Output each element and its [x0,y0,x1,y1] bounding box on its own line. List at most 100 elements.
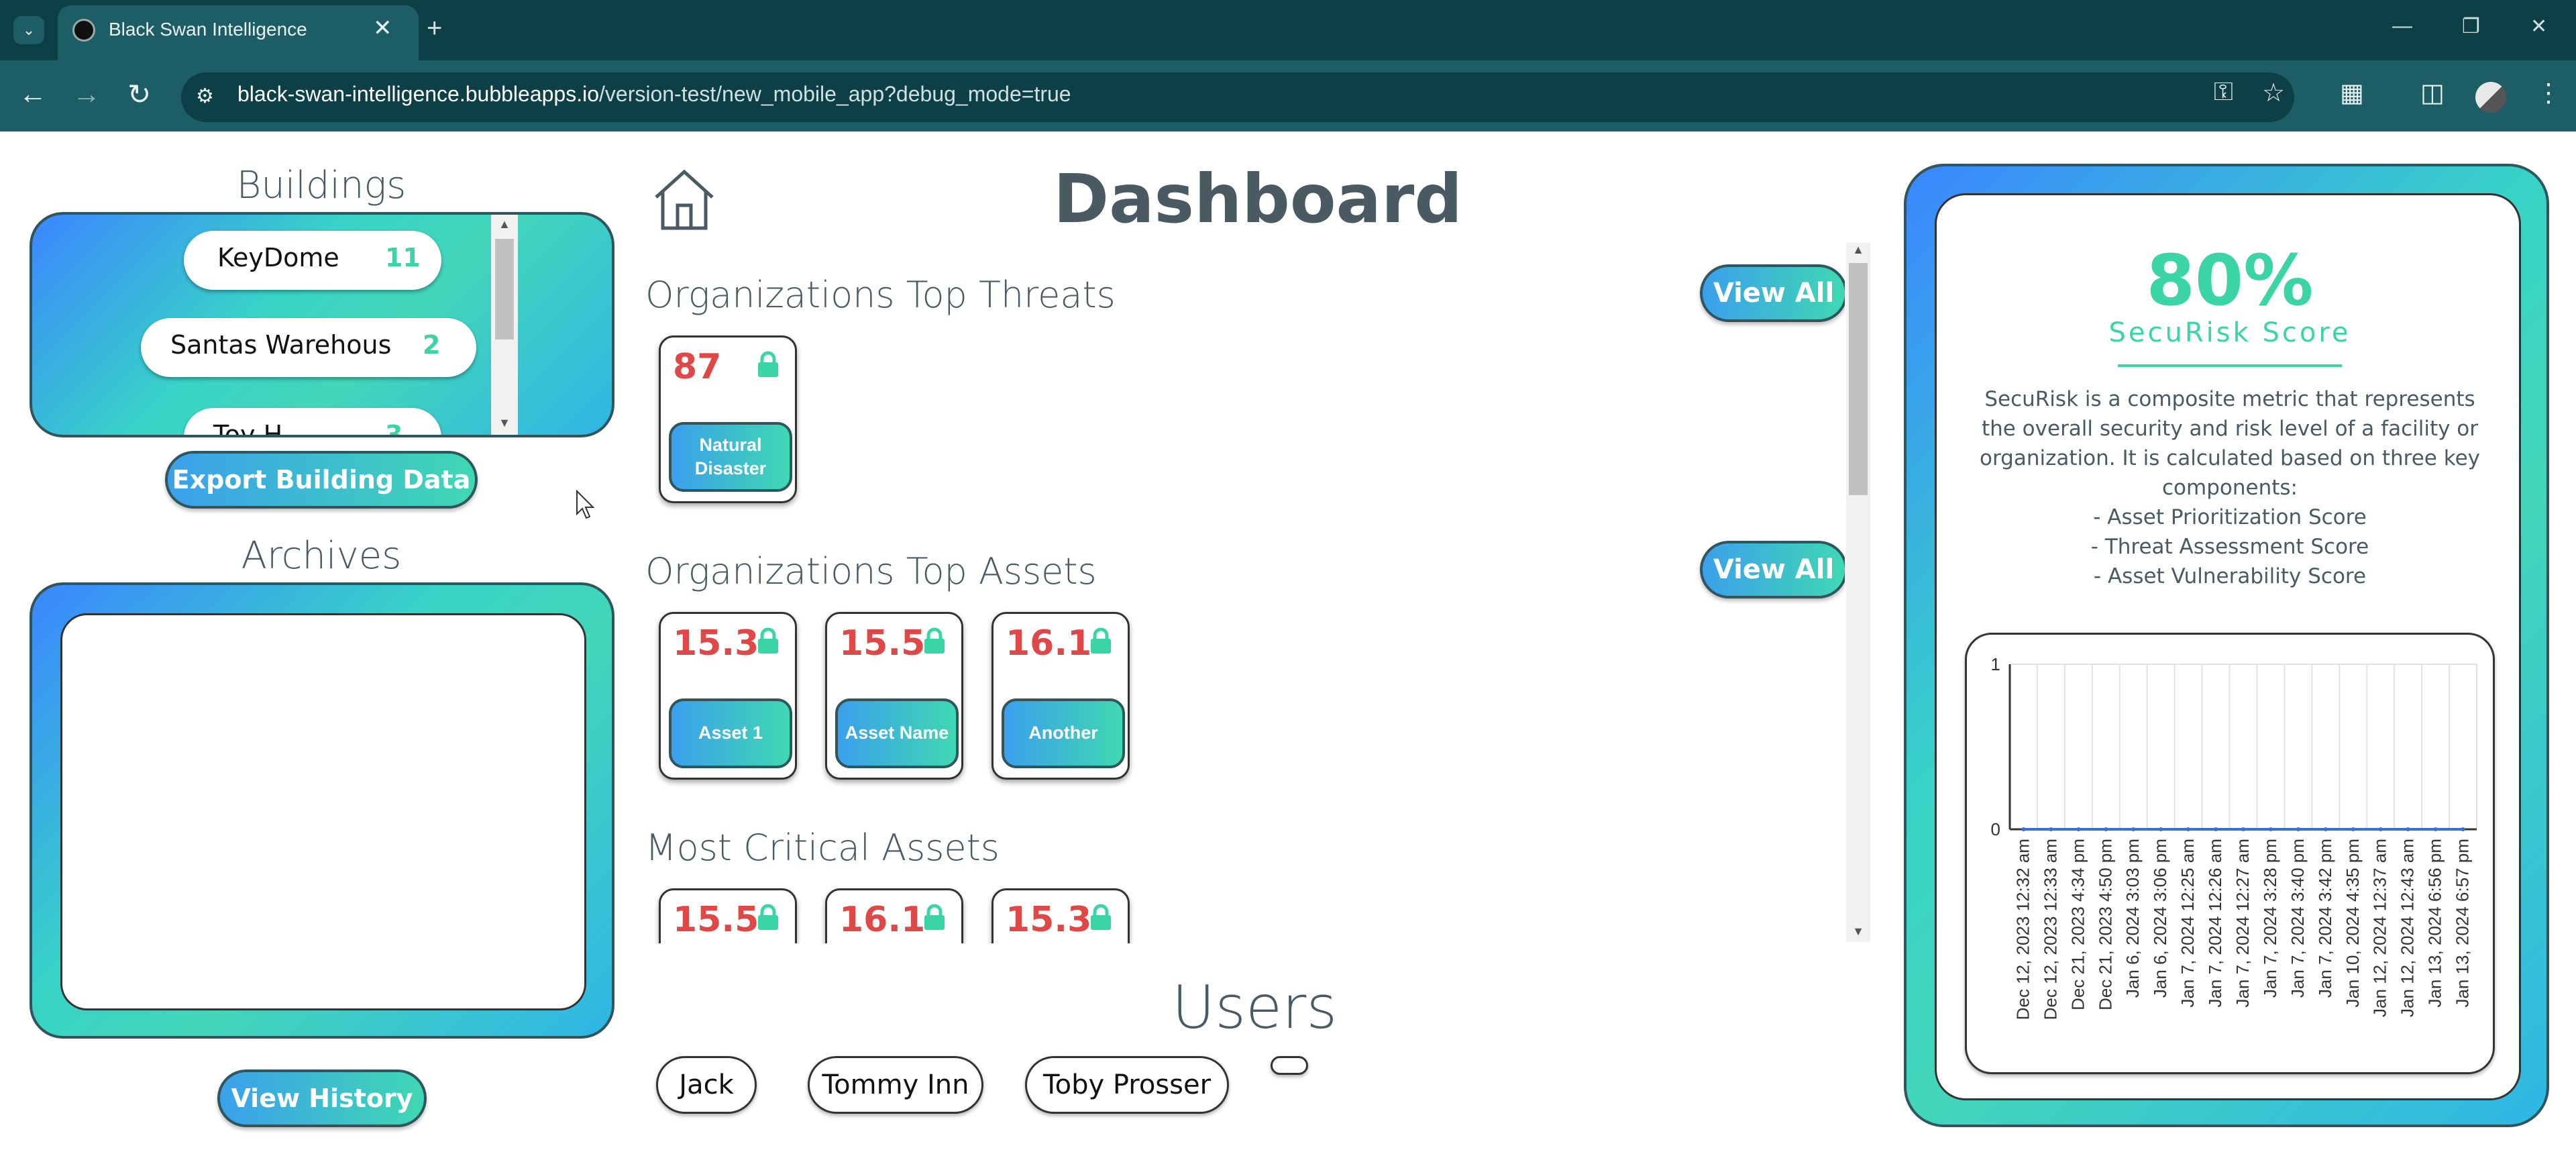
restore-icon[interactable]: ❐ [2462,15,2480,38]
close-window-icon[interactable]: ✕ [2530,15,2547,38]
view-history-button[interactable]: View History [217,1069,427,1127]
securisk-chart-frame: 0 1 Dec 12, 2023 12:32 am Dec 12, 2023 12:3… [1965,633,2495,1074]
favicon-icon [72,19,95,42]
securisk-card: 80% SecuRisk Score SecuRisk is a composi… [1935,193,2521,1100]
buildings-scroll-thumb[interactable] [495,239,514,339]
lock-icon [924,627,945,654]
lock-icon [758,351,778,377]
critical-asset-card[interactable]: 15.5 [659,888,797,943]
menu-kebab-icon[interactable]: ⋮ [2536,78,2561,108]
x-tick-label: Jan 13, 2024 6:56 pm [2425,839,2445,1008]
new-tab-icon[interactable]: + [427,13,442,44]
site-info-icon[interactable]: ⚙ [196,85,214,108]
archives-list [60,613,586,1010]
buildings-panel: KeyDome 11 Santas Warehous 2 Toy H 3 ▲ ▼ [30,212,614,437]
x-tick-label: Jan 6, 2024 3:06 pm [2150,839,2170,998]
side-panel-icon[interactable]: ◫ [2420,78,2445,108]
user-item[interactable]: Tommy Inn [808,1056,983,1114]
asset-card-label[interactable]: Asset 1 [669,698,792,768]
y-tick-label: 0 [1991,819,2000,839]
x-tick-label: Jan 6, 2024 3:03 pm [2123,839,2143,998]
export-building-data-button[interactable]: Export Building Data [165,451,478,509]
x-tick-label: Jan 7, 2024 3:40 pm [2288,839,2308,998]
profile-avatar[interactable] [2475,82,2506,113]
scroll-up-icon[interactable]: ▲ [1846,243,1870,257]
lock-icon [924,904,945,930]
asset-card[interactable]: 15.3 Asset 1 [659,612,797,780]
x-tick-label: Dec 12, 2023 12:32 am [2012,839,2033,1020]
view-all-threats-button[interactable]: View All [1700,264,1845,322]
x-tick-label: Jan 7, 2024 12:27 am [2233,839,2253,1008]
view-all-assets-button[interactable]: View All [1700,541,1845,598]
lock-icon [1091,627,1111,654]
extensions-icon[interactable]: ▦ [2340,78,2364,108]
home-icon[interactable] [652,166,716,233]
reload-icon[interactable]: ↻ [127,78,151,111]
building-item[interactable]: Santas Warehous 2 [141,318,476,377]
key-icon[interactable]: ⚿ [2214,78,2233,107]
asset-card[interactable]: 16.1 Another [991,612,1130,780]
section-title: Organizations Top Assets [645,550,1097,592]
user-item[interactable]: Jack [656,1056,757,1114]
data-point [2433,827,2438,831]
data-point [2461,827,2465,831]
data-point [2351,827,2355,831]
critical-asset-card[interactable]: 16.1 [825,888,963,943]
data-point [2406,827,2410,831]
building-item[interactable]: KeyDome 11 [184,231,441,290]
threat-card-label[interactable]: Natural Disaster [669,422,792,492]
url-text[interactable]: black-swan-intelligence.bubbleapps.io/ve… [237,82,1071,107]
bookmark-star-icon[interactable]: ☆ [2262,78,2285,108]
data-point [2131,827,2136,831]
asset-card[interactable]: 15.5 Asset Name [825,612,963,780]
data-point [2378,827,2383,831]
dashboard-scroll-area: Organizations Top Threats View All 87 Na… [637,242,1845,943]
data-point [2268,827,2273,831]
critical-asset-card[interactable]: 15.3 [991,888,1130,943]
divider [2118,364,2342,367]
section-title: Most Critical Assets [645,827,1000,869]
securisk-score: 80% [2146,240,2314,321]
securisk-component: - Asset Vulnerability Score [2093,564,2367,588]
data-point [2021,827,2026,831]
lock-icon [1091,904,1111,930]
securisk-component: - Threat Assessment Score [2090,535,2369,559]
x-tick-label: Jan 12, 2024 12:43 am [2398,839,2418,1017]
asset-card-label[interactable]: Asset Name [835,698,959,768]
securisk-component: - Asset Prioritization Score [2093,505,2367,529]
data-point [2049,827,2053,831]
data-point [2214,827,2218,831]
minimize-icon[interactable]: — [2392,15,2412,38]
users-title: Users [1171,973,1338,1042]
archives-panel [30,582,614,1039]
x-tick-label: Jan 12, 2024 12:37 am [2370,839,2390,1017]
building-item[interactable]: Toy H 3 [184,408,441,435]
securisk-panel: 80% SecuRisk Score SecuRisk is a composi… [1904,164,2549,1127]
archives-title: Archives [241,534,402,578]
scroll-down-icon[interactable]: ▼ [491,416,518,430]
data-point [2159,827,2163,831]
scroll-down-icon[interactable]: ▼ [1846,925,1870,939]
back-icon[interactable]: ← [19,78,47,110]
close-tab-icon[interactable]: ✕ [373,15,392,42]
scroll-up-icon[interactable]: ▲ [491,217,518,231]
data-point [2241,827,2245,831]
lock-icon [758,627,778,654]
data-point [2076,827,2081,831]
threat-card[interactable]: 87 Natural Disaster [659,335,797,503]
page-title: Dashboard [1053,160,1462,238]
user-item[interactable]: Toby Prosser [1025,1056,1229,1114]
x-tick-label: Jan 7, 2024 3:42 pm [2315,839,2335,998]
section-title: Organizations Top Threats [645,274,1116,316]
user-item[interactable] [1271,1056,1308,1075]
data-point [2323,827,2328,831]
dashboard-scroll-thumb[interactable] [1849,263,1868,495]
data-point [2296,827,2300,831]
securisk-label: SecuRisk Score [2108,317,2351,348]
forward-icon[interactable]: → [72,78,101,110]
tab-list-icon[interactable]: ⌄ [13,16,44,44]
x-tick-label: Jan 7, 2024 12:25 am [2178,839,2198,1008]
tab-title: Black Swan Intelligence [109,19,307,40]
asset-card-label[interactable]: Another [1002,698,1125,768]
securisk-chart: 0 1 Dec 12, 2023 12:32 am Dec 12, 2023 12:3… [1991,654,2477,1020]
